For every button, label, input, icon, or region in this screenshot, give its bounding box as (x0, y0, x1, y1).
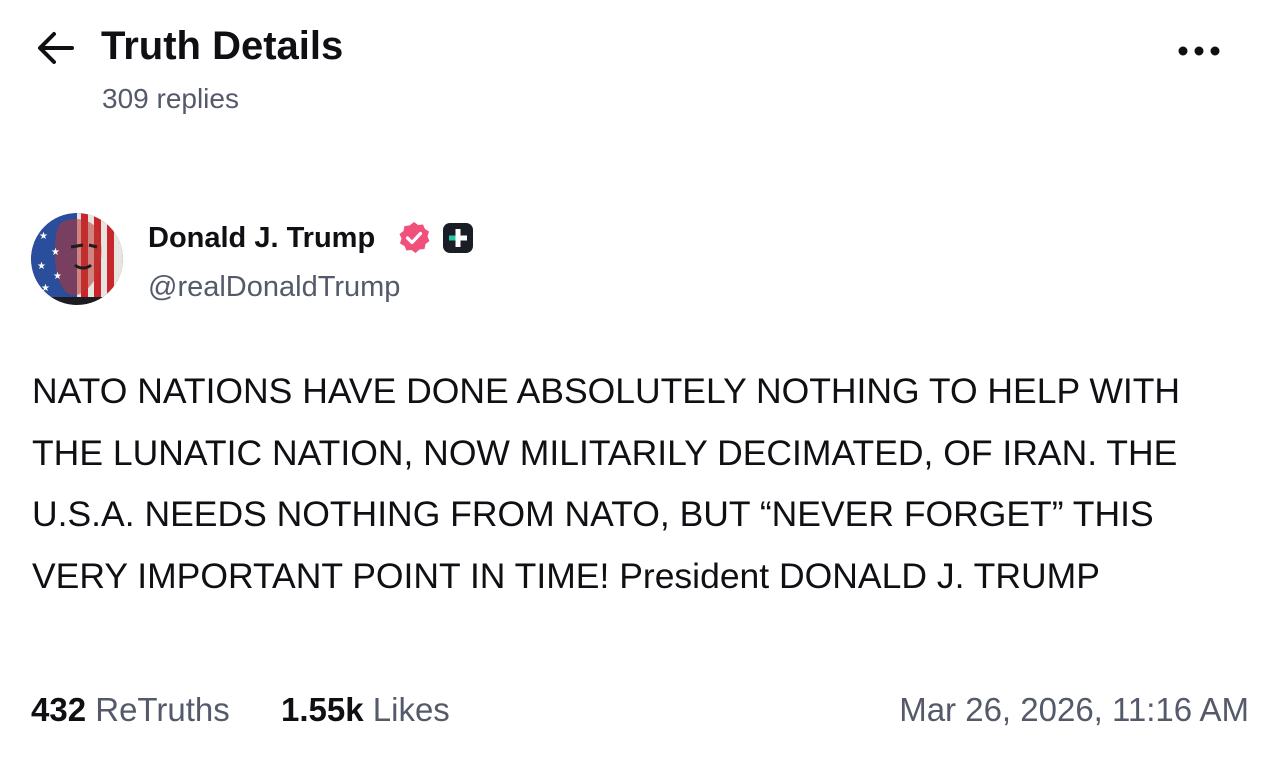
page-title: Truth Details (101, 24, 344, 68)
retruths-label: ReTruths (95, 691, 230, 728)
svg-text:★: ★ (53, 271, 62, 282)
retruths-stat[interactable]: 432 ReTruths (31, 688, 230, 732)
arrow-left-icon (38, 32, 74, 64)
page-header: Truth Details 309 replies (0, 0, 1268, 130)
reply-count: 309 replies (102, 83, 239, 114)
more-options-button[interactable] (1172, 32, 1226, 68)
avatar[interactable]: ★ ★ ★ ★ ★ (31, 213, 123, 305)
more-horizontal-icon (1178, 46, 1220, 56)
author-handle[interactable]: @realDonaldTrump (148, 269, 400, 305)
likes-count: 1.55k (281, 691, 364, 728)
post-stats: 432 ReTruths 1.55k Likes Mar 26, 2026, 1… (0, 688, 1268, 736)
likes-stat[interactable]: 1.55k Likes (281, 688, 450, 732)
retruths-count: 432 (31, 691, 87, 728)
plus-badge-icon (442, 222, 474, 254)
likes-label: Likes (372, 691, 450, 728)
verified-badge-icon (396, 220, 432, 256)
author-block: ★ ★ ★ ★ ★ Donald J. Trump @realDonaldTru… (0, 200, 1268, 320)
post-timestamp: Mar 26, 2026, 11:16 AM (899, 691, 1249, 728)
svg-text:★: ★ (51, 247, 60, 258)
svg-text:★: ★ (41, 283, 50, 294)
post-text: NATO NATIONS HAVE DONE ABSOLUTELY NOTHIN… (32, 371, 1190, 596)
author-display-name[interactable]: Donald J. Trump (148, 220, 375, 256)
svg-text:★: ★ (37, 261, 46, 272)
avatar-image: ★ ★ ★ ★ ★ (31, 213, 123, 305)
svg-text:★: ★ (39, 231, 48, 242)
back-button[interactable] (34, 28, 78, 68)
